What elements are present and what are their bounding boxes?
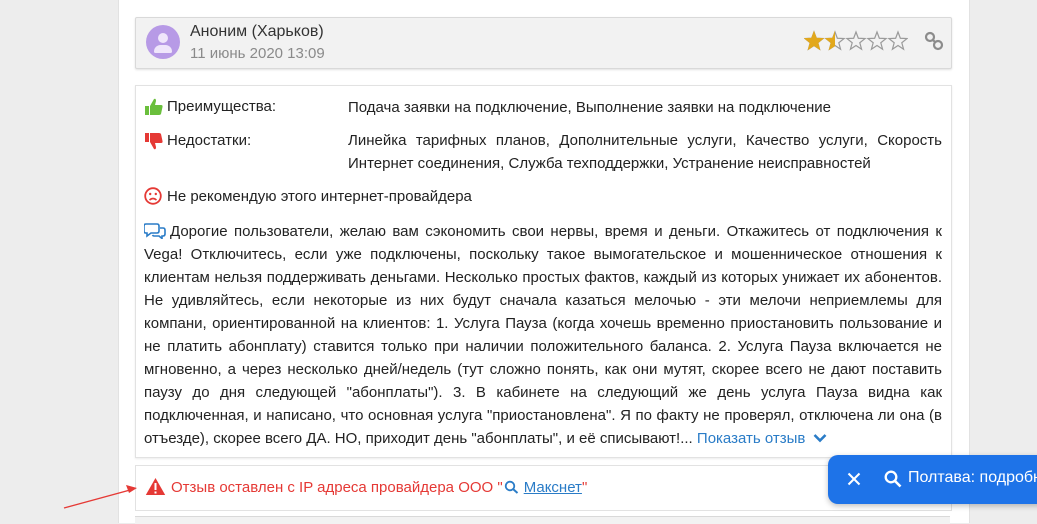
- ip-notice-suffix: ": [581, 479, 588, 496]
- star-outline: [866, 30, 888, 51]
- star-outline: [887, 30, 908, 51]
- sad-face-icon: [144, 187, 162, 205]
- thumbs-up-icon: [145, 98, 163, 115]
- disadvantages-value: Линейка тарифных планов, Дополнительные …: [348, 132, 942, 172]
- annotation-arrow: [63, 485, 137, 509]
- chevron-down-icon[interactable]: [813, 433, 827, 443]
- thumbs-down-icon: [145, 133, 163, 150]
- provider-link[interactable]: Макснет: [524, 479, 582, 496]
- rating-stars: [804, 30, 908, 51]
- star-outline: [845, 30, 867, 51]
- review-author: Аноним (Харьков): [190, 23, 324, 40]
- review-body: Преимущества: Подача заявки на подключен…: [135, 85, 952, 458]
- review-text: Дорогие пользователи, желаю вам сэкономи…: [144, 220, 942, 450]
- warning-icon: [145, 478, 166, 495]
- disadvantages-label: Недостатки:: [167, 132, 252, 149]
- recommendation-text: Не рекомендую этого интернет-провайдера: [167, 188, 472, 205]
- comments-icon: [144, 223, 166, 239]
- advantages-value: Подача заявки на подключение, Выполнение…: [348, 99, 832, 116]
- avatar: [146, 25, 180, 59]
- show-review-label[interactable]: Показать отзыв: [697, 430, 805, 447]
- review-text-content: Дорогие пользователи, желаю вам сэкономи…: [144, 223, 942, 447]
- star-filled: [804, 30, 824, 51]
- ip-notice-text: Отзыв оставлен с IP адреса провайдера ОО…: [171, 479, 587, 496]
- show-review-link[interactable]: Показать отзыв: [697, 430, 827, 447]
- advantages-label: Преимущества:: [167, 98, 277, 115]
- search-icon[interactable]: [883, 469, 903, 489]
- permalink-icon[interactable]: [924, 31, 944, 51]
- ip-notice-prefix: Отзыв оставлен с IP адреса провайдера ОО…: [171, 479, 503, 496]
- close-icon[interactable]: [844, 469, 864, 489]
- toast-text[interactable]: Полтава: подробн: [908, 469, 1037, 487]
- location-toast[interactable]: Полтава: подробн: [828, 455, 1037, 504]
- search-icon[interactable]: [504, 480, 520, 494]
- review-date: 11 июнь 2020 13:09: [190, 45, 325, 62]
- review-header: Аноним (Харьков) 11 июнь 2020 13:09: [135, 17, 952, 69]
